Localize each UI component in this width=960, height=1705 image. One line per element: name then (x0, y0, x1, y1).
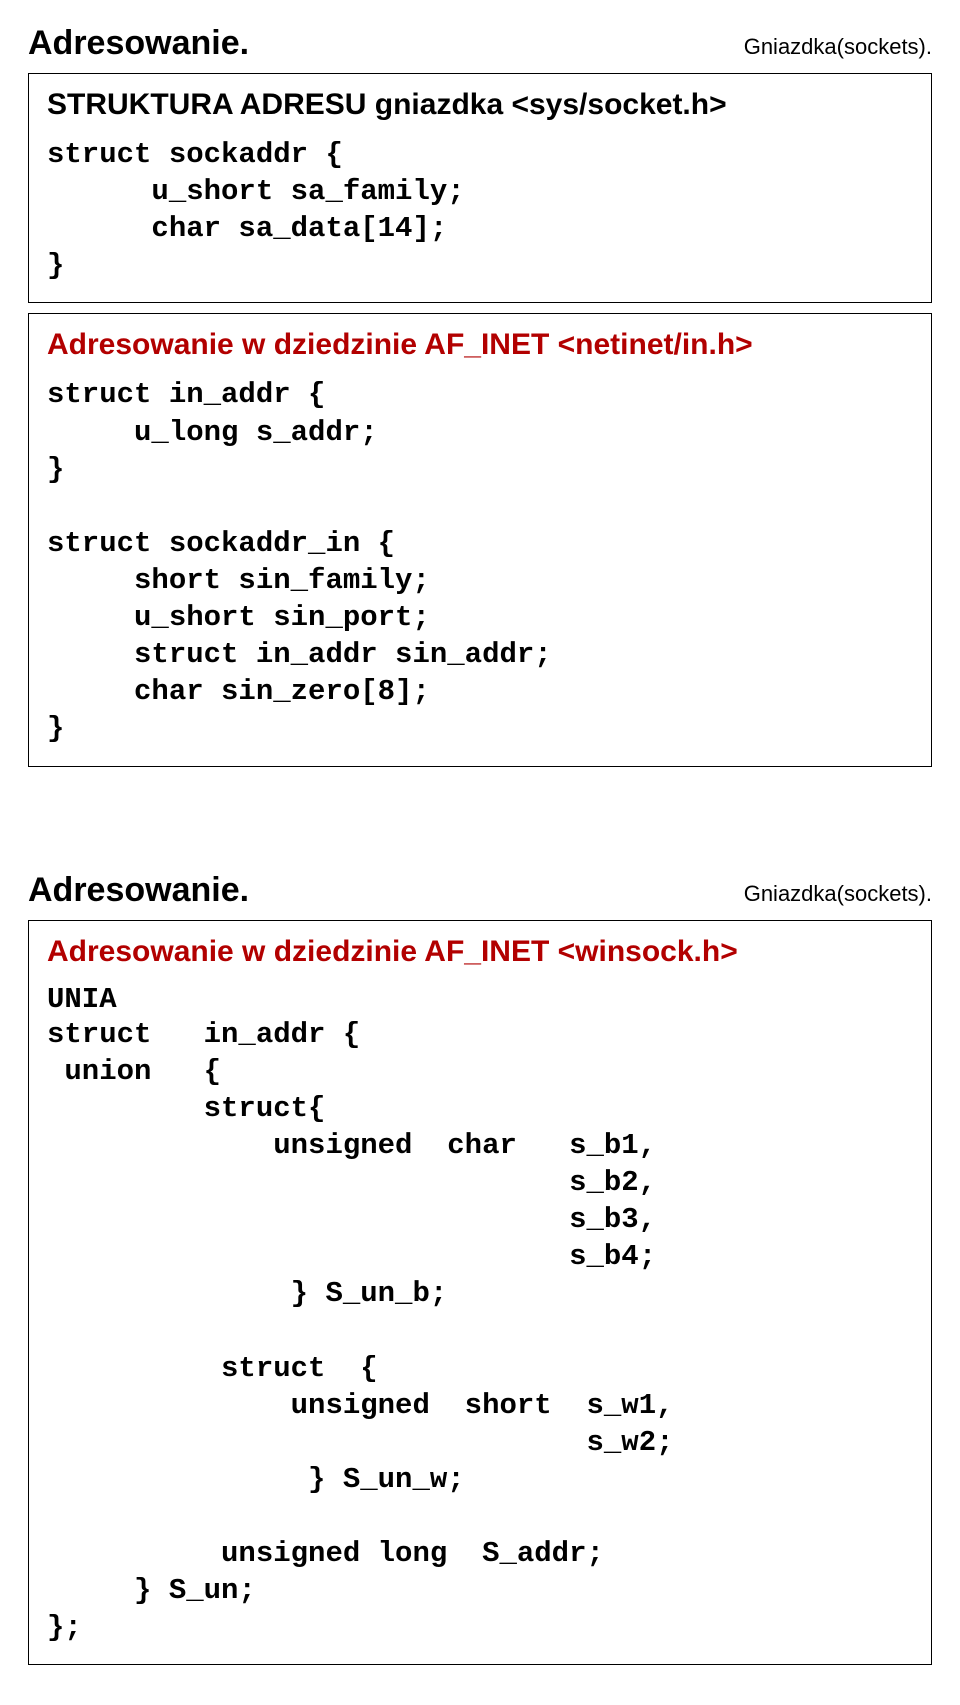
box-sockaddr: STRUKTURA ADRESU gniazdka <sys/socket.h>… (28, 73, 932, 303)
code-block: struct sockaddr { u_short sa_family; cha… (47, 136, 913, 284)
box-winsock: Adresowanie w dziedzinie AF_INET <winsoc… (28, 920, 932, 1666)
code-block: struct in_addr { union { struct{ unsigne… (47, 1016, 913, 1647)
slide-subtitle: Gniazdka(sockets). (744, 881, 932, 907)
slide-title: Adresowanie. (28, 871, 249, 910)
slide-title: Adresowanie. (28, 24, 249, 63)
box-heading: Adresowanie w dziedzinie AF_INET <netine… (47, 328, 913, 362)
box-heading: Adresowanie w dziedzinie AF_INET <winsoc… (47, 935, 913, 969)
slide-2: Adresowanie. Gniazdka(sockets). Adresowa… (0, 847, 960, 1705)
slide-subtitle: Gniazdka(sockets). (744, 34, 932, 60)
title-row: Adresowanie. Gniazdka(sockets). (28, 871, 932, 910)
box-heading: STRUKTURA ADRESU gniazdka <sys/socket.h> (47, 88, 913, 122)
unia-label: UNIA (47, 983, 913, 1016)
code-block: struct in_addr { u_long s_addr; } struct… (47, 376, 913, 747)
slide-1: Adresowanie. Gniazdka(sockets). STRUKTUR… (0, 0, 960, 807)
box-netinet: Adresowanie w dziedzinie AF_INET <netine… (28, 313, 932, 766)
title-row: Adresowanie. Gniazdka(sockets). (28, 24, 932, 63)
